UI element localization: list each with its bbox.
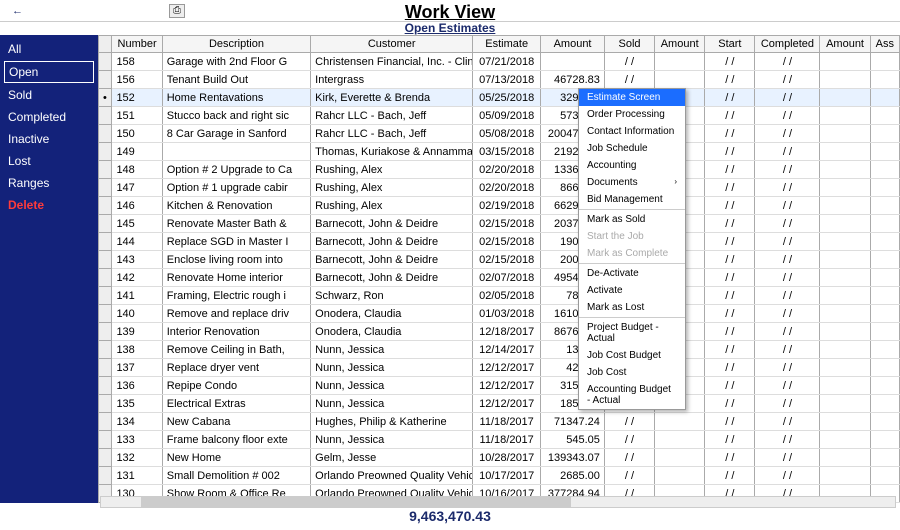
- ctx-order-processing[interactable]: Order Processing: [579, 106, 685, 123]
- page-header: Work View Open Estimates: [0, 2, 900, 35]
- sidebar-item-all[interactable]: All: [4, 39, 94, 59]
- ctx-accounting-budget-actual[interactable]: Accounting Budget - Actual: [579, 381, 685, 409]
- table-row[interactable]: 137Replace dryer ventNunn, Jessica12/12/…: [99, 359, 900, 377]
- sidebar-item-delete[interactable]: Delete: [4, 195, 94, 215]
- data-grid[interactable]: NumberDescriptionCustomerEstimateAmountS…: [98, 35, 900, 503]
- ctx-accounting[interactable]: Accounting: [579, 157, 685, 174]
- table-row[interactable]: 149Thomas, Kuriakose & Annamma03/15/2018…: [99, 143, 900, 161]
- ctx-estimate-screen[interactable]: Estimate Screen: [579, 89, 685, 106]
- table-row[interactable]: 133Frame balcony floor exteNunn, Jessica…: [99, 431, 900, 449]
- column-header[interactable]: Amount: [820, 36, 870, 53]
- table-row[interactable]: 143Enclose living room intoBarnecott, Jo…: [99, 251, 900, 269]
- print-button[interactable]: ⎙: [169, 4, 185, 18]
- page-subtitle: Open Estimates: [0, 21, 900, 35]
- ctx-mark-as-sold[interactable]: Mark as Sold: [579, 211, 685, 228]
- table-row[interactable]: 131Small Demolition # 002Orlando Preowne…: [99, 467, 900, 485]
- table-row[interactable]: 148Option # 2 Upgrade to CaRushing, Alex…: [99, 161, 900, 179]
- table-row[interactable]: 139Interior RenovationOnodera, Claudia12…: [99, 323, 900, 341]
- table-row[interactable]: 134New CabanaHughes, Philip & Katherine1…: [99, 413, 900, 431]
- table-row[interactable]: 135Electrical ExtrasNunn, Jessica12/12/2…: [99, 395, 900, 413]
- column-header[interactable]: Amount: [541, 36, 605, 53]
- ctx-contact-information[interactable]: Contact Information: [579, 123, 685, 140]
- ctx-job-cost-budget[interactable]: Job Cost Budget: [579, 347, 685, 364]
- sidebar: AllOpenSoldCompletedInactiveLostRangesDe…: [0, 35, 98, 503]
- table-row[interactable]: 147Option # 1 upgrade cabirRushing, Alex…: [99, 179, 900, 197]
- table-row[interactable]: 1508 Car Garage in SanfordRahcr LLC - Ba…: [99, 125, 900, 143]
- table-row[interactable]: 151Stucco back and right sicRahcr LLC - …: [99, 107, 900, 125]
- table-row[interactable]: 136Repipe CondoNunn, Jessica12/12/201731…: [99, 377, 900, 395]
- table-row[interactable]: •152Home RentavationsKirk, Everette & Br…: [99, 89, 900, 107]
- column-header[interactable]: Customer: [311, 36, 473, 53]
- table-row[interactable]: 142Renovate Home interiorBarnecott, John…: [99, 269, 900, 287]
- table-row[interactable]: 158Garage with 2nd Floor GChristensen Fi…: [99, 53, 900, 71]
- ctx-start-the-job: Start the Job: [579, 228, 685, 245]
- table-row[interactable]: 140Remove and replace drivOnodera, Claud…: [99, 305, 900, 323]
- column-header[interactable]: Sold: [604, 36, 654, 53]
- column-header[interactable]: [99, 36, 112, 53]
- ctx-job-schedule[interactable]: Job Schedule: [579, 140, 685, 157]
- sidebar-item-sold[interactable]: Sold: [4, 85, 94, 105]
- back-button[interactable]: ←: [6, 5, 29, 17]
- ctx-mark-as-complete: Mark as Complete: [579, 245, 685, 262]
- ctx-mark-as-lost[interactable]: Mark as Lost: [579, 299, 685, 316]
- table-row[interactable]: 141Framing, Electric rough iSchwarz, Ron…: [99, 287, 900, 305]
- horizontal-scrollbar[interactable]: [100, 496, 896, 508]
- table-row[interactable]: 146Kitchen & RenovationRushing, Alex02/1…: [99, 197, 900, 215]
- sidebar-item-inactive[interactable]: Inactive: [4, 129, 94, 149]
- ctx-job-cost[interactable]: Job Cost: [579, 364, 685, 381]
- ctx-documents[interactable]: Documents: [579, 174, 685, 191]
- column-header[interactable]: Estimate: [473, 36, 541, 53]
- page-title: Work View: [0, 2, 900, 23]
- column-header[interactable]: Completed: [755, 36, 820, 53]
- context-menu[interactable]: Estimate ScreenOrder ProcessingContact I…: [578, 88, 686, 410]
- table-row[interactable]: 132New HomeGelm, Jesse10/28/2017139343.0…: [99, 449, 900, 467]
- ctx-activate[interactable]: Activate: [579, 282, 685, 299]
- column-header[interactable]: Number: [112, 36, 162, 53]
- column-header[interactable]: Description: [162, 36, 310, 53]
- column-header[interactable]: Ass: [870, 36, 899, 53]
- sidebar-item-lost[interactable]: Lost: [4, 151, 94, 171]
- table-row[interactable]: 144Replace SGD in Master IBarnecott, Joh…: [99, 233, 900, 251]
- ctx-project-budget-actual[interactable]: Project Budget - Actual: [579, 319, 685, 347]
- table-row[interactable]: 138Remove Ceiling in Bath,Nunn, Jessica1…: [99, 341, 900, 359]
- ctx-de-activate[interactable]: De-Activate: [579, 265, 685, 282]
- sidebar-item-ranges[interactable]: Ranges: [4, 173, 94, 193]
- column-header[interactable]: Amount: [655, 36, 705, 53]
- ctx-bid-management[interactable]: Bid Management: [579, 191, 685, 208]
- table-row[interactable]: 156Tenant Build OutIntergrass07/13/20184…: [99, 71, 900, 89]
- table-row[interactable]: 145Renovate Master Bath &Barnecott, John…: [99, 215, 900, 233]
- sidebar-item-open[interactable]: Open: [4, 61, 94, 83]
- sidebar-item-completed[interactable]: Completed: [4, 107, 94, 127]
- column-header[interactable]: Start: [705, 36, 755, 53]
